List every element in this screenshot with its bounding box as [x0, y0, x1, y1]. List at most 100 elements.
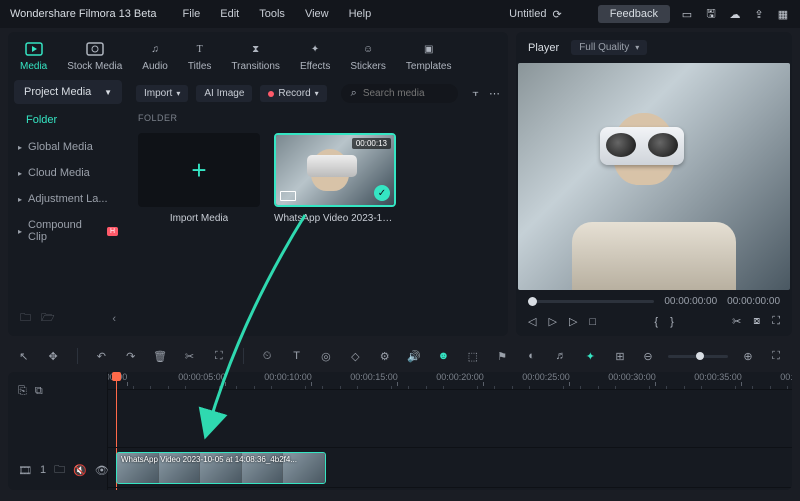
mute-icon[interactable]: 🔇	[73, 464, 87, 477]
snapshot-icon[interactable]: ✂	[732, 315, 741, 328]
save-icon[interactable]: 🖫	[704, 7, 718, 21]
empty-track[interactable]	[108, 390, 792, 448]
edit-tool-icon[interactable]: ⬚	[465, 348, 480, 364]
templates-icon: ▣	[420, 40, 438, 58]
camera-icon[interactable]: ⧇	[753, 315, 760, 328]
lock-icon[interactable]: 🗀	[54, 461, 65, 480]
tab-titles[interactable]: TTitles	[188, 40, 212, 72]
menu-help[interactable]: Help	[349, 8, 372, 20]
import-button[interactable]: Import▾	[136, 85, 188, 102]
ai-image-button[interactable]: AI Image	[196, 85, 252, 102]
tab-templates[interactable]: ▣Templates	[406, 40, 452, 72]
fullscreen-icon[interactable]: ⛶	[772, 315, 780, 328]
track-number: 1	[40, 464, 46, 476]
filter-icon[interactable]: ⫟	[472, 87, 479, 100]
mixer-icon[interactable]: ⊞	[612, 348, 628, 364]
audio-icon: ♫	[146, 40, 164, 58]
crop-icon[interactable]: ⛶	[211, 348, 226, 364]
redo-icon[interactable]: ↷	[123, 348, 138, 364]
tab-media[interactable]: Media	[20, 40, 47, 72]
tab-transitions[interactable]: ⧗Transitions	[231, 40, 280, 72]
menu-file[interactable]: File	[183, 8, 201, 20]
video-track-icon[interactable]: 🎞	[18, 464, 32, 477]
collapse-sidebar-icon[interactable]: ‹	[112, 313, 116, 325]
split-icon[interactable]: ✂	[182, 348, 197, 364]
hand-tool-icon[interactable]: ✥	[45, 348, 60, 364]
menu-view[interactable]: View	[305, 8, 329, 20]
import-media-box[interactable]: +	[138, 133, 260, 207]
scrub-track[interactable]	[528, 300, 654, 303]
timeline-clip[interactable]: WhatsApp Video 2023-10-05 at 14:08:36_4b…	[116, 452, 326, 484]
new-folder-icon[interactable]: 🗀	[20, 309, 31, 328]
media-clip-box[interactable]: 00:00:13 ✓	[274, 133, 396, 207]
feedback-button[interactable]: Feedback	[598, 5, 670, 23]
sidebar-global-media[interactable]: ▸Global Media	[8, 134, 128, 160]
zoom-handle[interactable]	[696, 352, 704, 360]
color-icon[interactable]: ◎	[318, 348, 333, 364]
zoom-slider[interactable]	[668, 355, 728, 358]
chevron-right-icon: ▸	[18, 169, 22, 178]
adjust-icon[interactable]: ⚙	[377, 348, 392, 364]
menu-edit[interactable]: Edit	[220, 8, 239, 20]
stop-icon[interactable]: □	[589, 316, 596, 328]
search-box[interactable]: ⌕	[341, 84, 459, 103]
search-input[interactable]	[363, 88, 449, 99]
zoom-in-icon[interactable]: ⊕	[740, 348, 756, 364]
tab-stock-media[interactable]: Stock Media	[67, 40, 122, 72]
marker-icon[interactable]: ⚑	[495, 348, 510, 364]
mask-icon[interactable]: ◐	[524, 348, 539, 364]
sidebar-adjustment-layer[interactable]: ▸Adjustment La...	[8, 186, 128, 212]
tracks-area[interactable]: 00:0000:00:05:0000:00:10:0000:00:15:0000…	[108, 372, 792, 490]
import-media-tile[interactable]: + Import Media	[138, 133, 260, 224]
sidebar-cloud-media[interactable]: ▸Cloud Media	[8, 160, 128, 186]
speed-icon[interactable]: ⏲	[260, 348, 275, 364]
video-track-1[interactable]: WhatsApp Video 2023-10-05 at 14:08:36_4b…	[108, 448, 792, 488]
media-clip-tile[interactable]: 00:00:13 ✓ WhatsApp Video 2023-10-05...	[274, 133, 396, 224]
sidebar-compound-clip[interactable]: ▸Compound ClipH	[8, 212, 128, 250]
next-frame-icon[interactable]: ▷	[569, 315, 577, 328]
undo-icon[interactable]: ↶	[94, 348, 109, 364]
record-button[interactable]: Record▾	[260, 85, 326, 102]
mark-in-icon[interactable]: {	[654, 316, 658, 328]
delete-icon[interactable]: 🗑	[152, 348, 167, 364]
tab-effects[interactable]: ✦Effects	[300, 40, 330, 72]
quality-dropdown[interactable]: Full Quality▾	[571, 40, 647, 55]
smart-tool-icon[interactable]: ✦	[583, 348, 598, 364]
tab-audio[interactable]: ♫Audio	[142, 40, 168, 72]
time-ruler[interactable]: 00:0000:00:05:0000:00:10:0000:00:15:0000…	[108, 372, 792, 390]
fit-icon[interactable]: ⛶	[768, 348, 784, 364]
clip-name: WhatsApp Video 2023-10-05...	[274, 213, 396, 224]
mark-out-icon[interactable]: }	[670, 316, 674, 328]
audio-tool-icon[interactable]: ♬	[553, 348, 568, 364]
title-area: Untitled ⟳	[509, 8, 562, 21]
text-icon[interactable]: T	[289, 348, 304, 364]
keyframe-icon[interactable]: ◇	[348, 348, 363, 364]
chevron-down-icon: ▾	[176, 89, 180, 98]
open-folder-icon[interactable]: 🗁	[41, 309, 55, 328]
cursor-tool-icon[interactable]: ↖	[16, 348, 31, 364]
link-icon[interactable]: ⧉	[35, 385, 43, 398]
ai-tool-icon[interactable]: ☻	[436, 348, 451, 364]
tab-stickers[interactable]: ☺Stickers	[350, 40, 386, 72]
scrub-handle[interactable]	[528, 297, 537, 306]
sync-icon[interactable]: ⟳	[552, 8, 561, 21]
brand: Wondershare Filmora 13 Beta	[10, 8, 157, 20]
folder-label[interactable]: Folder	[8, 106, 128, 134]
prev-frame-icon[interactable]: ◁	[528, 315, 536, 328]
menu-tools[interactable]: Tools	[259, 8, 285, 20]
cloud-icon[interactable]: ☁	[728, 7, 742, 21]
player-tab[interactable]: Player	[528, 42, 559, 54]
toggle-tracks-icon[interactable]: ⎘	[18, 385, 27, 398]
more-icon[interactable]: ⋯	[489, 87, 500, 100]
zoom-out-icon[interactable]: ⊖	[640, 348, 656, 364]
play-icon[interactable]: ▷	[548, 315, 556, 328]
search-icon: ⌕	[351, 87, 357, 100]
monitor-icon[interactable]: ▭	[680, 7, 694, 21]
timecode-current: 00:00:00:00	[664, 296, 717, 307]
sidebar-project-media[interactable]: Project Media ▼	[14, 80, 122, 104]
apps-icon[interactable]: ▦	[776, 7, 790, 21]
export-icon[interactable]: ⇪	[752, 7, 766, 21]
volume-icon[interactable]: 🔊	[406, 348, 421, 364]
preview-viewer[interactable]	[518, 63, 790, 290]
visibility-icon[interactable]: 👁	[95, 464, 109, 477]
